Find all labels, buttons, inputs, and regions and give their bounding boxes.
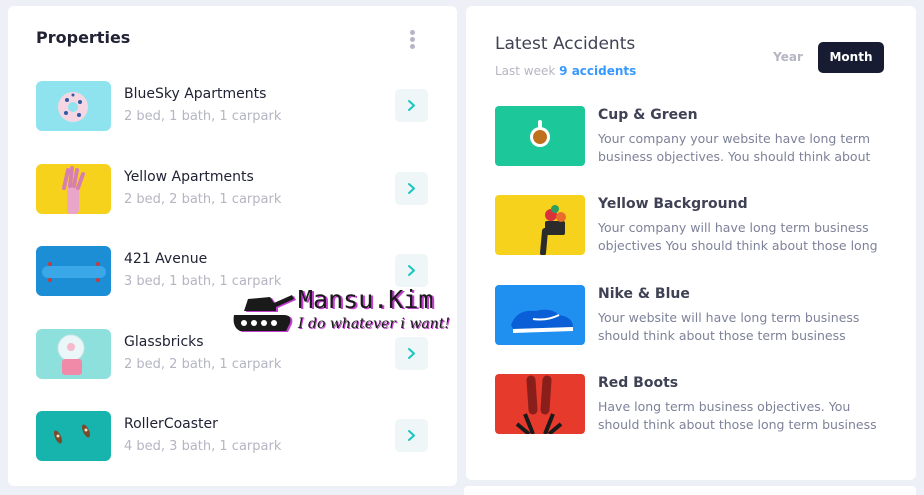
open-property-button[interactable] <box>395 89 428 122</box>
property-thumbnail-glassbricks <box>36 329 111 379</box>
property-meta: 2 bed, 2 bath, 1 carpark <box>124 357 282 372</box>
accident-thumbnail-cup <box>495 106 585 166</box>
open-property-button[interactable] <box>395 419 428 452</box>
accident-description: Your company your website have long term… <box>598 131 871 164</box>
property-thumbnail-bluesky <box>36 81 111 131</box>
watermark-title: Mansu.Kim <box>298 285 434 314</box>
chevron-right-icon <box>408 348 415 359</box>
tab-month[interactable]: Month <box>818 42 884 73</box>
property-name: Yellow Apartments <box>124 169 254 185</box>
property-meta: 2 bed, 1 bath, 1 carpark <box>124 109 282 124</box>
subtitle-prefix: Last week <box>495 64 556 78</box>
tab-year[interactable]: Year <box>762 42 814 72</box>
accident-description: Have long term business objectives. You … <box>598 399 877 432</box>
accident-description: Your company will have long term busines… <box>598 220 878 253</box>
property-thumbnail-rollercoaster <box>36 411 111 461</box>
property-thumbnail-avenue <box>36 246 111 296</box>
accident-name: Yellow Background <box>598 196 748 212</box>
chevron-right-icon <box>408 100 415 111</box>
accident-name: Cup & Green <box>598 107 698 123</box>
tank-logo-icon <box>233 295 296 332</box>
property-item: BlueSky Apartments 2 bed, 1 bath, 1 carp… <box>36 81 432 131</box>
property-item: RollerCoaster 4 bed, 3 bath, 1 carpark <box>36 411 432 461</box>
accident-description: Your website will have long term busines… <box>598 310 860 343</box>
chevron-right-icon <box>408 183 415 194</box>
accident-name: Nike & Blue <box>598 286 690 302</box>
properties-card: Properties BlueSky Apartments 2 bed, 1 b… <box>8 6 457 486</box>
chevron-right-icon <box>408 265 415 276</box>
accident-item[interactable]: Yellow Background Your company will have… <box>495 195 895 255</box>
property-name: RollerCoaster <box>124 416 218 432</box>
more-options-icon[interactable] <box>408 30 416 50</box>
accidents-subtitle: Last week 9 accidents <box>495 64 636 78</box>
accidents-title: Latest Accidents <box>495 34 636 54</box>
open-property-button[interactable] <box>395 337 428 370</box>
accident-item[interactable]: Red Boots Have long term business object… <box>495 374 895 434</box>
open-property-button[interactable] <box>395 254 428 287</box>
property-thumbnail-yellow <box>36 164 111 214</box>
chevron-right-icon <box>408 430 415 441</box>
accident-thumbnail-nike <box>495 285 585 345</box>
property-meta: 4 bed, 3 bath, 1 carpark <box>124 439 282 454</box>
watermark-subtitle: I do whatever i want! <box>298 316 450 332</box>
accident-count: 9 accidents <box>559 64 637 78</box>
open-property-button[interactable] <box>395 172 428 205</box>
next-card-edge <box>464 486 916 495</box>
accident-thumbnail-yellow <box>495 195 585 255</box>
property-item: Yellow Apartments 2 bed, 2 bath, 1 carpa… <box>36 164 432 214</box>
property-name: 421 Avenue <box>124 251 208 267</box>
property-name: Glassbricks <box>124 334 204 350</box>
watermark: Mansu.Kim I do whatever i want! <box>230 285 462 337</box>
accident-thumbnail-boots <box>495 374 585 434</box>
accident-item[interactable]: Nike & Blue Your website will have long … <box>495 285 895 345</box>
accident-item[interactable]: Cup & Green Your company your website ha… <box>495 106 895 166</box>
properties-title: Properties <box>36 28 131 47</box>
accident-name: Red Boots <box>598 375 679 391</box>
property-meta: 2 bed, 2 bath, 1 carpark <box>124 192 282 207</box>
property-name: BlueSky Apartments <box>124 86 267 102</box>
latest-accidents-card: Latest Accidents Last week 9 accidents Y… <box>466 6 916 480</box>
